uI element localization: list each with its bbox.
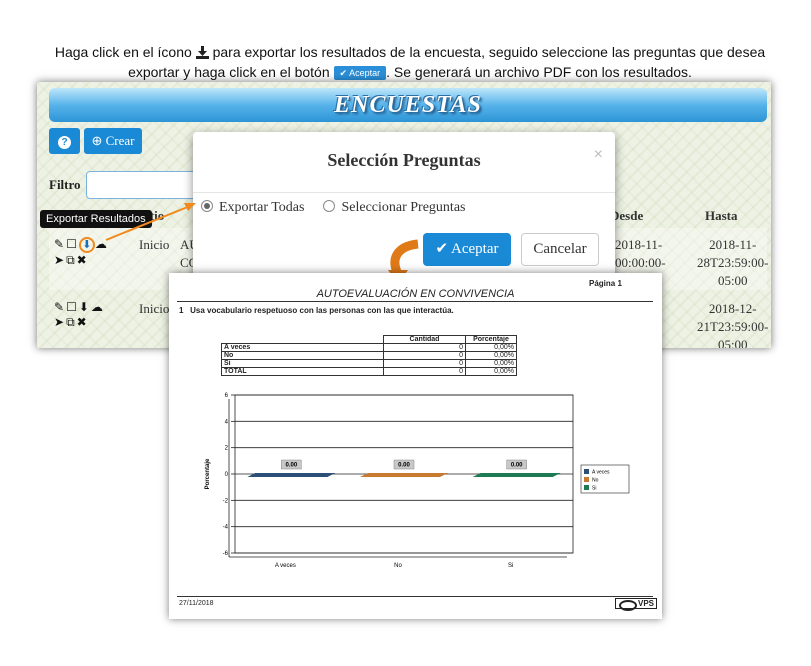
header-cantidad: Cantidad [383,335,466,344]
table-row: No 0 0,00% [221,351,517,360]
legend-entry: Si [592,486,596,492]
y-tick-label: 4 [225,419,229,425]
y-tick-label: 2 [225,446,229,452]
y-tick-label: -6 [223,551,229,557]
curved-arrow [390,239,419,277]
data-label: 0.00 [398,463,410,469]
y-tick-label: -4 [223,525,229,531]
table-row: TOTAL 0 0,00% [221,367,517,376]
legend-entry: No [592,478,599,484]
pdf-report: Página 1 AUTOEVALUACIÓN EN CONVIVENCIA 1… [169,273,662,619]
y-axis-label: Porcentaje [205,458,211,489]
data-label: 0.00 [285,463,297,469]
report-question: 1 Usa vocabulario respetuoso con las per… [179,306,454,315]
report-date: 27/11/2018 [179,600,214,607]
x-tick-label: Si [508,563,513,569]
table-row: A veces 0 0,00% [221,343,517,352]
legend-swatch [584,485,589,490]
pointer-arrow-line [105,205,191,241]
report-page-label: Página 1 [589,279,622,288]
legend-entry: A veces [592,470,610,476]
header-porcentaje: Porcentaje [465,335,517,344]
report-table: Cantidad Porcentaje A veces 0 0,00% No 0 0,00… [221,335,517,376]
x-tick-label: A veces [275,563,296,569]
legend-swatch [584,477,589,482]
table-row: Si 0 0,00% [221,359,517,368]
legend-swatch [584,469,589,474]
bar [247,473,336,477]
data-label: 0.00 [511,463,523,469]
bar [360,473,448,477]
y-tick-label: -2 [223,498,229,504]
y-tick-label: 0 [225,472,229,478]
bar [472,473,561,477]
y-tick-label: 6 [225,393,229,399]
report-title: AUTOEVALUACIÓN EN CONVIVENCIA [316,288,515,300]
vps-logo: VPS [615,598,657,611]
report-chart: 6 4 2 0 -2 -4 -6 Porcentaje 0.00 A veces 0.00 No 0.0… [205,393,630,569]
x-tick-label: No [394,563,402,569]
